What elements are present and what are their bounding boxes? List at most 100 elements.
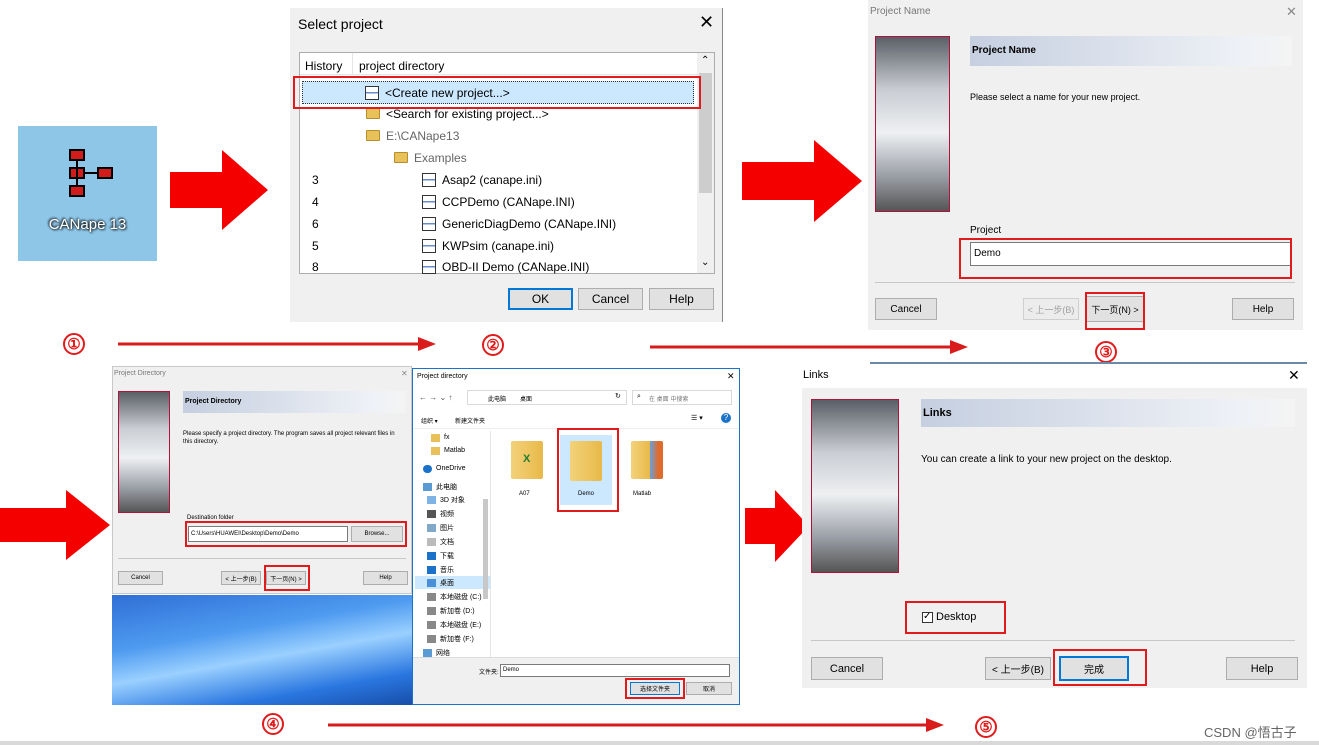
canape-app-icon [69, 149, 113, 197]
step-3-marker: ③ [1095, 341, 1117, 363]
cancel-button[interactable]: Cancel [875, 298, 937, 320]
nav-item[interactable]: 桌面 [415, 576, 490, 589]
highlight-select-folder [625, 678, 685, 699]
new-folder-button[interactable]: 新建文件夹 [455, 416, 485, 425]
highlight-next [264, 565, 310, 591]
excel-folder-icon: X [511, 441, 543, 479]
close-icon[interactable]: ✕ [699, 12, 714, 33]
cancel-button[interactable]: Cancel [578, 288, 643, 310]
nav-item[interactable]: 本地磁盘 (E:) [427, 618, 481, 631]
help-button[interactable]: Help [1226, 657, 1298, 680]
nav-item[interactable]: 文档 [427, 535, 454, 548]
nav-scrollbar[interactable] [483, 499, 488, 599]
wizard-description: You can create a link to your new projec… [921, 454, 1172, 465]
arrow-right-3 [0, 490, 110, 560]
back-button[interactable]: < 上一步(B) [221, 571, 261, 585]
dialog-title: Project directory [417, 373, 468, 380]
step-5-marker: ⑤ [975, 716, 997, 738]
dialog-title: Project Name [870, 6, 931, 17]
wizard-heading: Project Directory [183, 391, 405, 413]
step-2-marker: ② [482, 334, 504, 356]
step-1-marker: ① [63, 333, 85, 355]
nav-item[interactable]: 新加卷 (F:) [427, 632, 474, 645]
help-icon[interactable]: ? [721, 413, 731, 423]
nav-item[interactable]: 视频 [427, 507, 454, 520]
arrow-right-4 [745, 490, 809, 562]
nav-back-forward-icon[interactable]: ← → ⌄ ↑ [419, 393, 452, 402]
ok-button[interactable]: OK [508, 288, 573, 310]
help-button[interactable]: Help [1232, 298, 1294, 320]
nav-pane: fx Matlab OneDrive 此电脑 3D 对象 视频 图片 文档 下载… [413, 431, 491, 657]
highlight-desktop-checkbox [905, 601, 1006, 634]
canape-banner-image [811, 399, 899, 573]
col-history[interactable]: History [305, 59, 342, 73]
cancel-button[interactable]: Cancel [118, 571, 163, 585]
list-item-asap2[interactable]: 3 Asap2 (canape.ini) [300, 169, 714, 190]
watermark: CSDN @悟古子 [1204, 725, 1297, 740]
folder-field-label: 文件夹: [479, 670, 499, 676]
canape-banner-image [118, 391, 170, 513]
wizard-heading: Links [921, 399, 1295, 427]
project-file-icon [422, 194, 436, 209]
dialog-title: Project Directory [114, 370, 166, 377]
view-icon[interactable]: ☰ ▾ [691, 414, 703, 422]
scroll-up-icon[interactable]: ⌃ [701, 55, 709, 66]
col-directory[interactable]: project directory [359, 59, 444, 73]
nav-item[interactable]: 本地磁盘 (C:) [427, 590, 482, 603]
list-item-kwpsim[interactable]: 5 KWPsim (canape.ini) [300, 235, 714, 256]
back-button[interactable]: < 上一步(B) [1023, 298, 1079, 320]
list-item-examples[interactable]: Examples [300, 147, 714, 168]
search-input[interactable]: ⌕ 在 桌面 中搜索 [632, 390, 732, 405]
folder-input[interactable]: Demo [500, 664, 730, 677]
folder-icon [631, 441, 663, 479]
search-icon: ⌕ [637, 393, 641, 400]
list-item-root[interactable]: E:\CANape13 [300, 125, 714, 146]
path-segment[interactable]: 桌面 [520, 394, 532, 403]
help-button[interactable]: Help [649, 288, 714, 310]
back-button[interactable]: < 上一步(B) [985, 657, 1051, 680]
file-item-matlab[interactable]: Matlab [629, 437, 665, 501]
wizard-description: Please specify a project directory. The … [183, 431, 395, 445]
close-icon[interactable]: ✕ [1286, 4, 1297, 20]
address-bar[interactable]: 此电脑 桌面 [467, 390, 627, 405]
desktop-icon-label: CANape 13 [48, 216, 127, 233]
folder-icon [394, 152, 408, 163]
nav-item[interactable]: Matlab [431, 444, 465, 457]
arrow-right-1 [170, 150, 268, 230]
highlight-demo-folder [557, 428, 619, 512]
nav-item[interactable]: 图片 [427, 521, 454, 534]
dialog-title: Links [803, 369, 829, 381]
cancel-button[interactable]: 取消 [686, 682, 732, 695]
nav-item[interactable]: 音乐 [427, 563, 454, 576]
arrow-right-2 [742, 140, 862, 222]
nav-item[interactable]: 新加卷 (D:) [427, 604, 475, 617]
nav-item[interactable]: 网络 [423, 646, 450, 657]
organize-button[interactable]: 组织 ▾ [421, 416, 438, 425]
cancel-button[interactable]: Cancel [811, 657, 883, 680]
nav-item[interactable]: 3D 对象 [427, 493, 465, 506]
list-item-obd[interactable]: 8 OBD-II Demo (CANape.INI) [300, 256, 714, 277]
list-item-ccpdemo[interactable]: 4 CCPDemo (CANape.INI) [300, 191, 714, 212]
project-file-icon [422, 238, 436, 253]
refresh-icon[interactable]: ↻ [615, 392, 621, 400]
desktop-icon-tile[interactable]: CANape 13 [18, 126, 157, 261]
file-item-a07[interactable]: X A07 [509, 437, 545, 501]
close-icon[interactable]: ✕ [401, 369, 408, 378]
highlight-destination [185, 521, 407, 547]
step-4-marker: ④ [262, 713, 284, 735]
path-segment[interactable]: 此电脑 [488, 394, 506, 403]
nav-item[interactable]: fx [431, 431, 449, 444]
highlight-create-new [293, 76, 701, 109]
close-icon[interactable]: ✕ [727, 371, 735, 382]
folder-search-icon [366, 108, 380, 119]
nav-item[interactable]: OneDrive [423, 462, 466, 475]
nav-item[interactable]: 下载 [427, 549, 454, 562]
highlight-finish [1053, 649, 1147, 686]
help-button[interactable]: Help [363, 571, 408, 585]
nav-item[interactable]: 此电脑 [423, 480, 457, 493]
close-icon[interactable]: ✕ [1288, 367, 1300, 384]
wizard-description: Please select a name for your new projec… [970, 92, 1141, 102]
project-directory-dialog: Project Directory ✕ Project Directory Pl… [112, 366, 412, 594]
list-item-genericdiag[interactable]: 6 GenericDiagDemo (CANape.INI) [300, 213, 714, 234]
list-header: History project directory [300, 53, 697, 75]
